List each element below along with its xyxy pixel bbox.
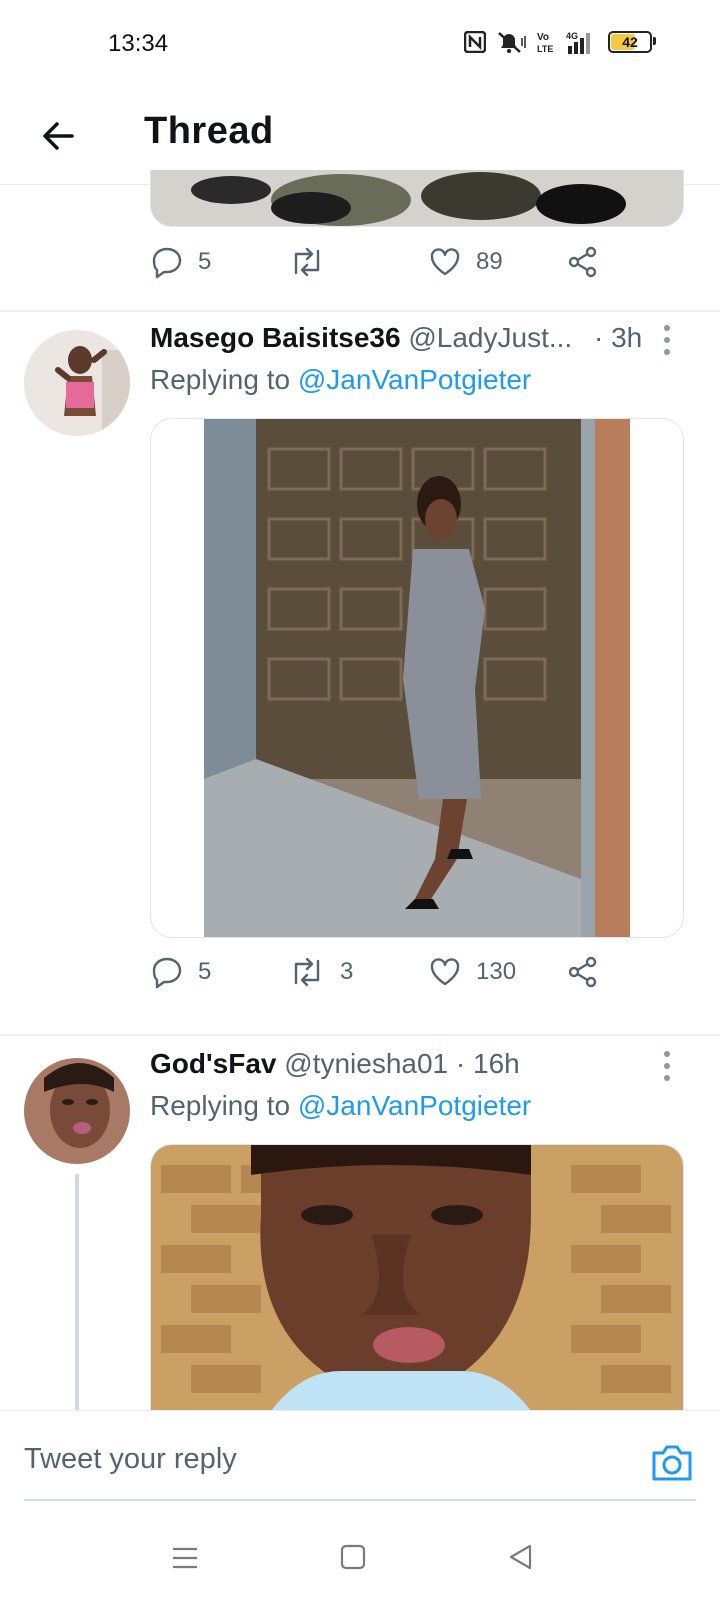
avatar[interactable]	[24, 1058, 130, 1164]
battery-level: 42	[622, 34, 638, 50]
top-tweet-actions: 5 89	[150, 245, 690, 285]
username[interactable]: @tyniesha01 · 16h	[284, 1048, 519, 1079]
share-action[interactable]	[566, 245, 600, 279]
more-options-button[interactable]	[662, 1051, 672, 1081]
volte-icon: VoLTE	[537, 32, 553, 54]
tweet-header: God'sFav @tyniesha01 · 16h	[150, 1048, 650, 1080]
replying-to-prefix: Replying to	[150, 364, 298, 395]
heart-icon	[430, 958, 460, 986]
page-title: Thread	[144, 110, 274, 152]
back-nav-icon[interactable]	[508, 1544, 534, 1570]
camera-button[interactable]	[650, 1441, 694, 1485]
retweet-count: 3	[340, 958, 354, 985]
like-count: 130	[476, 958, 517, 985]
status-icons: Vo LTE 4G 42	[464, 30, 656, 54]
reply-underline	[24, 1499, 696, 1501]
share-icon	[568, 956, 597, 988]
tweet-divider	[0, 1034, 720, 1036]
reply-input[interactable]: Tweet your reply	[24, 1443, 237, 1476]
replying-to-mention[interactable]: @JanVanPotgieter	[298, 1090, 531, 1121]
retweet-icon	[294, 957, 320, 987]
comment-icon	[152, 247, 182, 279]
replying-to: Replying to @JanVanPotgieter	[150, 364, 531, 396]
replying-to-mention[interactable]: @JanVanPotgieter	[298, 364, 531, 395]
tweet-divider	[0, 310, 720, 312]
menu-icon[interactable]	[172, 1546, 198, 1570]
svg-text:LTE: LTE	[537, 44, 553, 54]
display-name[interactable]: God'sFav	[150, 1048, 276, 1079]
top-media-image	[151, 170, 683, 226]
more-options-button[interactable]	[662, 325, 672, 355]
heart-icon	[430, 248, 460, 276]
nfc-icon	[464, 31, 486, 53]
battery-icon: 42	[608, 31, 656, 53]
replying-to-prefix: Replying to	[150, 1090, 298, 1121]
replying-to: Replying to @JanVanPotgieter	[150, 1090, 531, 1122]
like-count: 89	[476, 248, 503, 275]
avatar-image	[24, 1058, 130, 1164]
retweet-icon	[294, 247, 320, 277]
back-button[interactable]	[34, 112, 82, 160]
retweet-action[interactable]	[288, 245, 340, 279]
camera-icon	[652, 1445, 692, 1481]
home-icon[interactable]	[340, 1544, 366, 1570]
tweet-actions: 5 3 130	[150, 955, 690, 995]
status-bar: 13:34 Vo LTE 4G 42	[0, 0, 720, 90]
reply-action[interactable]: 5	[150, 245, 211, 279]
reply-bar: Tweet your reply	[0, 1410, 720, 1511]
tweet-media[interactable]	[150, 1144, 684, 1411]
mute-icon	[498, 32, 526, 53]
reply-action[interactable]: 5	[150, 955, 211, 989]
svg-text:Vo: Vo	[537, 32, 549, 43]
signal-4g-icon: 4G	[566, 31, 590, 54]
tweet-time: · 3h	[594, 322, 643, 353]
avatar-image	[24, 330, 130, 436]
like-action[interactable]: 130	[428, 955, 516, 989]
tweet-photo	[204, 419, 630, 937]
avatar[interactable]	[24, 330, 130, 436]
arrow-left-icon	[43, 122, 74, 150]
retweet-action[interactable]: 3	[288, 955, 353, 989]
system-nav-bar	[0, 1512, 720, 1600]
tweet-media[interactable]	[150, 418, 684, 938]
share-action[interactable]	[566, 955, 600, 989]
comment-icon	[152, 957, 182, 989]
like-action[interactable]: 89	[428, 245, 503, 279]
display-name[interactable]: Masego Baisitse36	[150, 322, 401, 353]
share-icon	[568, 246, 597, 278]
tweet-header: Masego Baisitse36 @LadyJust...	[150, 322, 620, 354]
tweet-photo	[151, 1145, 683, 1411]
status-time: 13:34	[108, 30, 169, 57]
username[interactable]: @LadyJust...	[408, 322, 572, 353]
thread-connector-line	[75, 1174, 79, 1414]
reply-count: 5	[198, 958, 212, 985]
svg-text:4G: 4G	[566, 31, 578, 41]
reply-count: 5	[198, 248, 212, 275]
top-tweet-media[interactable]	[150, 170, 684, 227]
